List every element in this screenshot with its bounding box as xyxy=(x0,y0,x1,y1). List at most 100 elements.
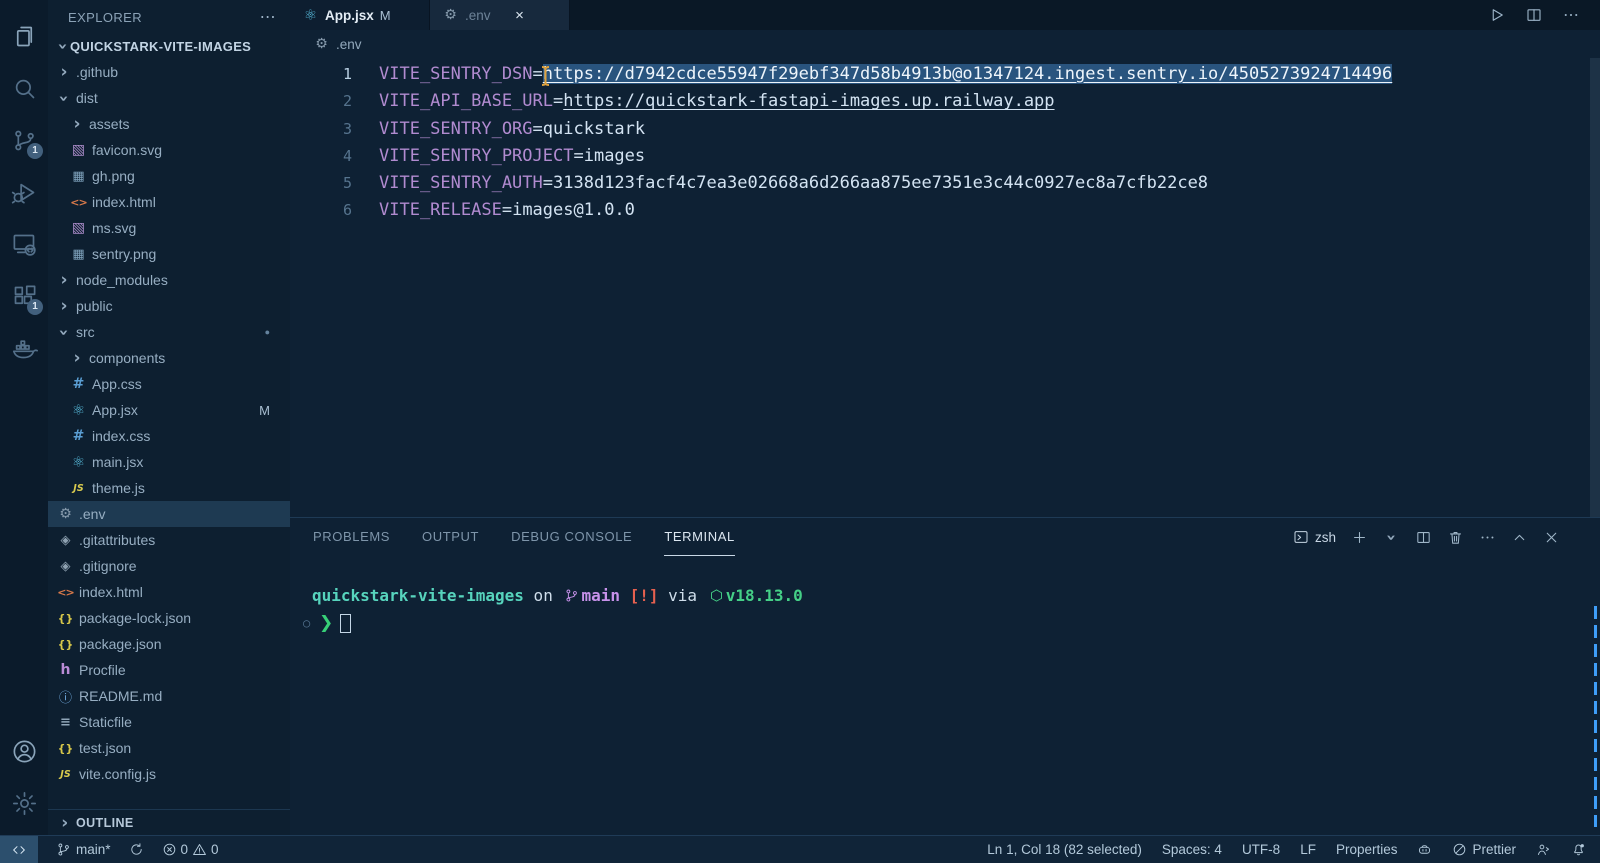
status-cursor-position[interactable]: Ln 1, Col 18 (82 selected) xyxy=(987,842,1142,857)
terminal[interactable]: quickstark-vite-images on main [!] via v… xyxy=(290,556,1600,835)
tree-item-Procfile[interactable]: h Procfile xyxy=(48,657,290,683)
explorer-more-icon[interactable]: ⋯ xyxy=(260,7,276,27)
tree-item-package-lock.json[interactable]: {} package-lock.json xyxy=(48,605,290,631)
text-cursor-pointer xyxy=(539,65,552,87)
status-sync[interactable] xyxy=(129,842,144,857)
run-button[interactable] xyxy=(1488,6,1506,24)
tree-item-label: components xyxy=(89,350,166,366)
code-line-6[interactable]: 6 VITE_RELEASE=images@1.0.0 xyxy=(290,197,1600,224)
status-branch[interactable]: main* xyxy=(56,842,111,857)
activity-run-debug[interactable] xyxy=(0,166,48,218)
tree-item-.env[interactable]: ⚙ .env xyxy=(48,501,290,527)
panel-tab-terminal[interactable]: TERMINAL xyxy=(664,518,735,556)
status-problems[interactable]: 00 xyxy=(162,842,219,857)
tree-item-package.json[interactable]: {} package.json xyxy=(48,631,290,657)
code-line-5[interactable]: 5 VITE_SENTRY_AUTH=3138d123facf4c7ea3e026… xyxy=(290,170,1600,197)
tree-item-assets[interactable]: › assets xyxy=(48,111,290,137)
warning-icon xyxy=(192,842,207,857)
tab-.env[interactable]: ⚙ .env × xyxy=(430,0,570,30)
close-panel-button[interactable] xyxy=(1543,529,1560,546)
panel-tab-debug-console[interactable]: DEBUG CONSOLE xyxy=(511,518,632,556)
tree-item-test.json[interactable]: {} test.json xyxy=(48,735,290,761)
split-editor-button[interactable] xyxy=(1525,6,1543,24)
tree-item-ms.svg[interactable]: ▧ ms.svg xyxy=(48,215,290,241)
tree-item-public[interactable]: › public xyxy=(48,293,290,319)
tree-item-node_modules[interactable]: › node_modules xyxy=(48,267,290,293)
code-editor[interactable]: 1 VITE_SENTRY_DSN=https://d7942cdce55947f… xyxy=(290,58,1600,517)
maximize-panel-button[interactable] xyxy=(1511,529,1528,546)
activity-remote-explorer[interactable] xyxy=(0,218,48,270)
status-language-mode[interactable]: Properties xyxy=(1336,842,1398,857)
code-line-1[interactable]: 1 VITE_SENTRY_DSN=https://d7942cdce55947f… xyxy=(290,61,1600,88)
tree-item-index.html[interactable]: <> index.html xyxy=(48,579,290,605)
status-remote[interactable] xyxy=(0,836,38,863)
env-value: https://d7942cdce55947f29ebf347d58b4913b… xyxy=(542,64,1393,84)
tab-label: App.jsx xyxy=(325,7,374,23)
activity-docker[interactable] xyxy=(0,322,48,374)
line-content: VITE_SENTRY_PROJECT=images xyxy=(352,143,645,170)
more-actions-button[interactable] xyxy=(1479,529,1496,546)
status-copilot[interactable] xyxy=(1417,842,1432,857)
equals-sign: = xyxy=(573,145,584,166)
outline-section[interactable]: › OUTLINE xyxy=(48,809,290,835)
tree-item-favicon.svg[interactable]: ▧ favicon.svg xyxy=(48,137,290,163)
panel-tab-problems[interactable]: PROBLEMS xyxy=(313,518,390,556)
tree-item-main.jsx[interactable]: ⚛ main.jsx xyxy=(48,449,290,475)
activity-search[interactable] xyxy=(0,62,48,114)
tree-item-components[interactable]: › components xyxy=(48,345,290,371)
terminal-prompt-line: quickstark-vite-images on main [!] via v… xyxy=(303,584,1600,608)
terminal-cursor xyxy=(340,613,352,633)
panel-tab-output[interactable]: OUTPUT xyxy=(422,518,479,556)
tree-item-label: assets xyxy=(89,116,130,132)
tree-item-gh.png[interactable]: ▦ gh.png xyxy=(48,163,290,189)
new-terminal-button[interactable] xyxy=(1351,529,1368,546)
status-feedback[interactable] xyxy=(1536,842,1551,857)
tree-item-.github[interactable]: › .github xyxy=(48,59,290,85)
tree-item-sentry.png[interactable]: ▦ sentry.png xyxy=(48,241,290,267)
sidebar-header: EXPLORER ⋯ xyxy=(48,0,290,34)
code-line-3[interactable]: 3 VITE_SENTRY_ORG=quickstark xyxy=(290,116,1600,143)
status-indentation[interactable]: Spaces: 4 xyxy=(1162,842,1222,857)
panel-actions: zsh › xyxy=(1293,518,1600,556)
terminal-shell-selector[interactable]: zsh xyxy=(1293,529,1336,545)
tree-item-Staticfile[interactable]: ≡ Staticfile xyxy=(48,709,290,735)
editor-scrollbar[interactable] xyxy=(1590,58,1600,517)
tree-item-theme.js[interactable]: JS theme.js xyxy=(48,475,290,501)
tree-item-.gitattributes[interactable]: ◈ .gitattributes xyxy=(48,527,290,553)
tree-item-App.jsx[interactable]: ⚛ App.jsx M xyxy=(48,397,290,423)
activity-settings[interactable] xyxy=(0,777,48,829)
activity-source-control[interactable]: 1 xyxy=(0,114,48,166)
chevron-right-icon: › xyxy=(73,348,81,368)
split-terminal-button[interactable] xyxy=(1415,529,1432,546)
activity-explorer[interactable] xyxy=(0,10,48,62)
project-root-folder[interactable]: › QUICKSTARK-VITE-IMAGES xyxy=(48,34,290,59)
tab-App.jsx[interactable]: ⚛ App.jsx M xyxy=(290,0,430,30)
breadcrumb[interactable]: ⚙ .env xyxy=(290,30,1600,58)
tree-item-dist[interactable]: › dist xyxy=(48,85,290,111)
breadcrumb-file-label: .env xyxy=(336,36,362,52)
html-file-icon: <> xyxy=(57,585,74,599)
code-line-2[interactable]: 2 VITE_API_BASE_URL=https://quickstark-fa… xyxy=(290,88,1600,115)
code-line-4[interactable]: 4 VITE_SENTRY_PROJECT=images xyxy=(290,143,1600,170)
status-notifications[interactable] xyxy=(1571,842,1586,857)
tree-item-vite.config.js[interactable]: JS vite.config.js xyxy=(48,761,290,787)
tree-item-index.css[interactable]: # index.css xyxy=(48,423,290,449)
prompt-segment: v18.13.0 xyxy=(725,586,803,605)
close-icon[interactable]: × xyxy=(511,6,529,24)
kill-terminal-button[interactable] xyxy=(1447,529,1464,546)
tree-item-README.md[interactable]: ⓘ README.md xyxy=(48,683,290,709)
tree-item-.gitignore[interactable]: ◈ .gitignore xyxy=(48,553,290,579)
status-bar: main* 0 0 Ln 1, Col 18 (82 selected) Spaces… xyxy=(0,835,1600,863)
activity-extensions[interactable]: 1 xyxy=(0,270,48,322)
main-area: 1 1 EXPLORER ⋯ › QUICKSTARK-VITE-IMAGES ›… xyxy=(0,0,1600,835)
tree-item-App.css[interactable]: # App.css xyxy=(48,371,290,397)
status-encoding[interactable]: UTF-8 xyxy=(1242,842,1280,857)
status-label: Spaces: 4 xyxy=(1161,842,1222,857)
activity-account[interactable] xyxy=(0,725,48,777)
status-eol[interactable]: LF xyxy=(1300,842,1316,857)
status-formatter[interactable]: Prettier xyxy=(1452,842,1516,857)
terminal-dropdown-button[interactable]: › xyxy=(1382,529,1402,546)
more-actions-button[interactable] xyxy=(1562,6,1580,24)
tree-item-index.html[interactable]: <> index.html xyxy=(48,189,290,215)
tree-item-src[interactable]: › src ● xyxy=(48,319,290,345)
